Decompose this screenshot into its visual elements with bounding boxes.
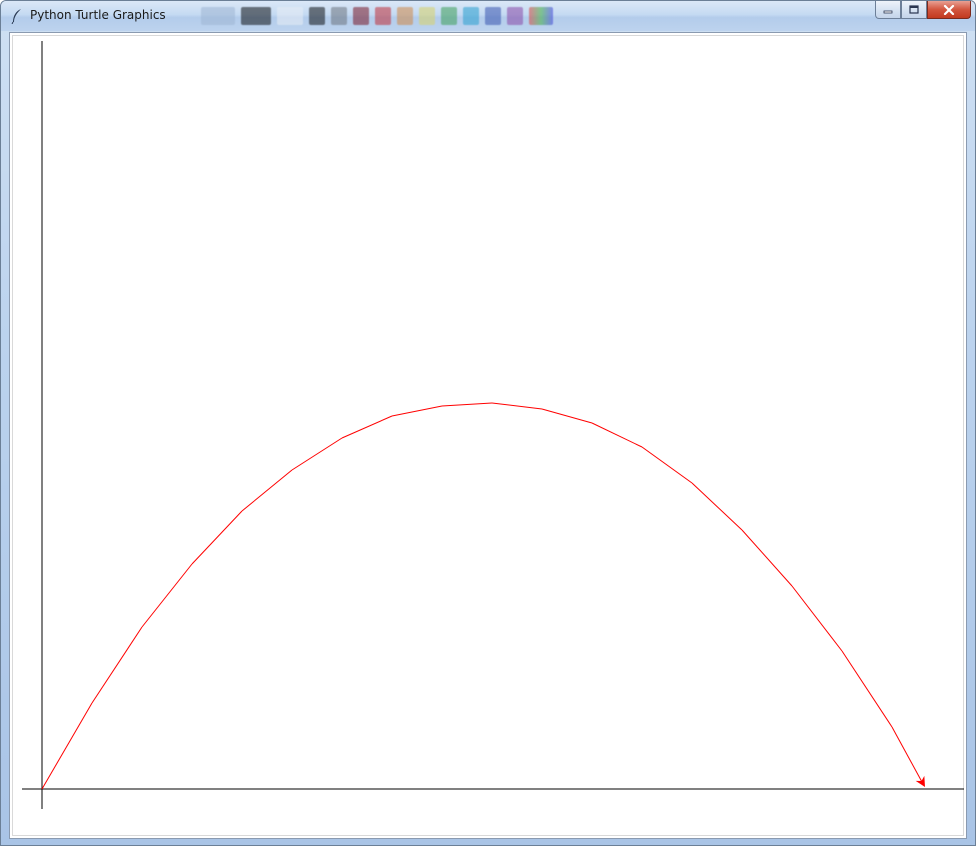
trajectory-segment — [441, 402, 493, 407]
trajectory-segment — [791, 585, 843, 652]
trajectory-segment — [541, 408, 593, 424]
trajectory-segment — [591, 422, 643, 448]
trajectory-segment — [891, 726, 923, 783]
trajectory-segment — [141, 563, 193, 628]
trajectory-segment — [91, 626, 143, 704]
trajectory-segment — [341, 415, 393, 439]
trajectory-segment — [641, 446, 693, 484]
trajectory-segment — [41, 702, 93, 790]
trajectory-group — [41, 402, 923, 790]
trajectory-segment — [291, 437, 343, 471]
trajectory-segment — [191, 510, 243, 565]
trajectory-segment — [741, 529, 793, 587]
turtle-window: Python Turtle Graphics — [0, 0, 976, 846]
trajectory-segment — [691, 482, 743, 531]
trajectory-segment — [491, 402, 543, 410]
drawing-layer — [22, 41, 964, 809]
trajectory-segment — [841, 650, 893, 728]
turtle-arrow-icon — [915, 775, 925, 787]
trajectory-segment — [391, 405, 443, 417]
trajectory-segment — [241, 469, 293, 512]
